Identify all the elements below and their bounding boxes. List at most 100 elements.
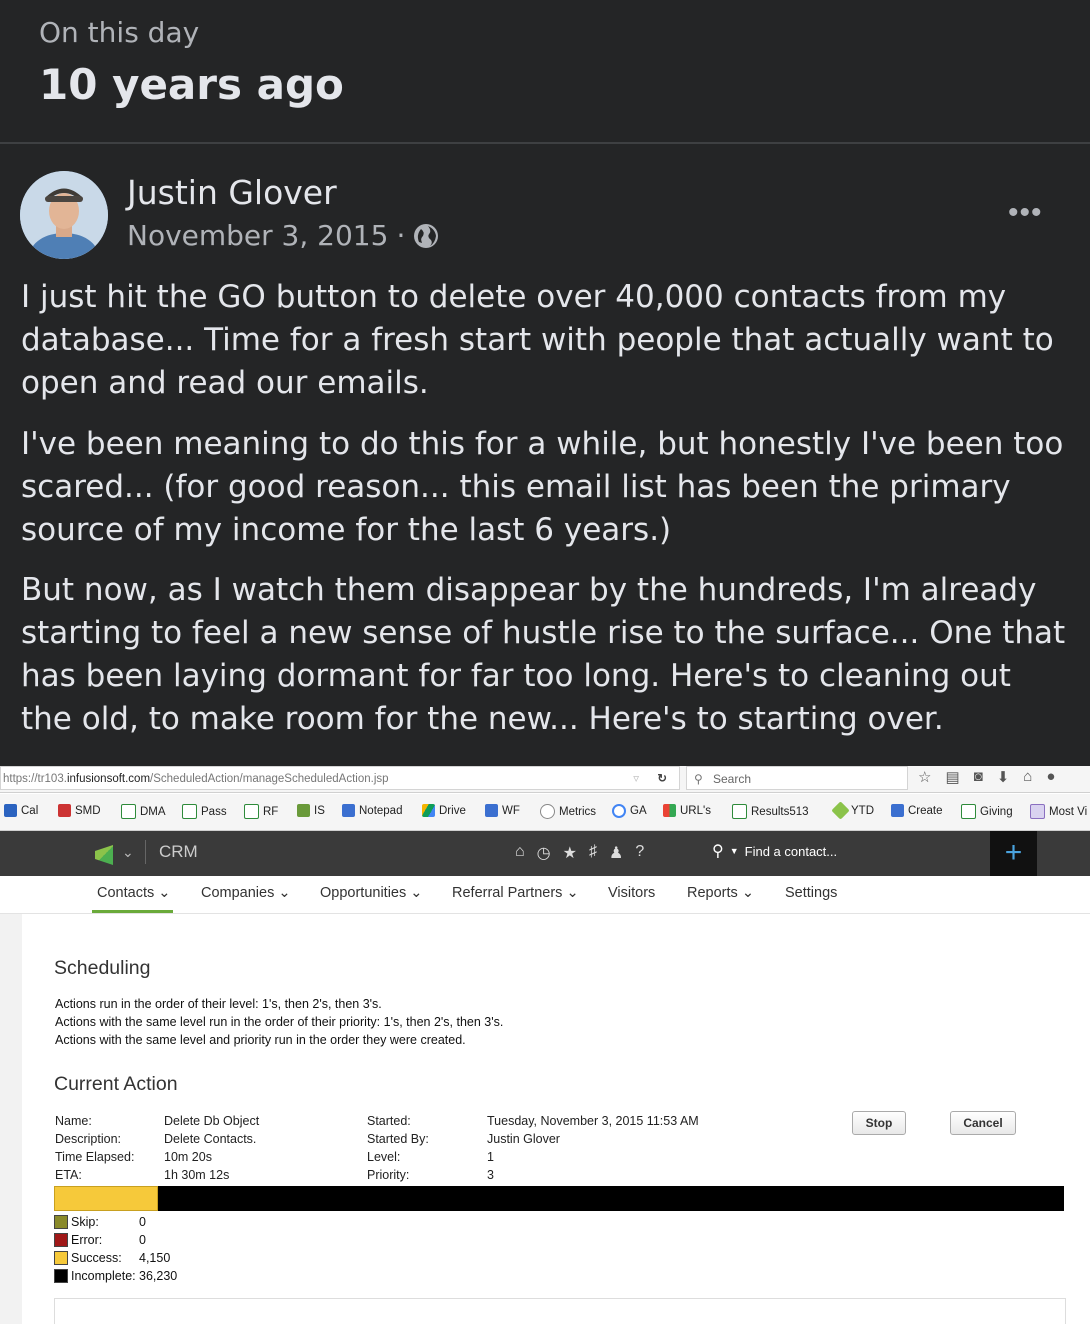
right-values: Tuesday, November 3, 2015 11:53 AM Justi…	[487, 1112, 699, 1184]
tab-settings[interactable]: Settings	[785, 885, 837, 901]
legend-value: 36,230	[139, 1269, 178, 1283]
browser-search-input[interactable]: ⚲ Search	[686, 766, 908, 790]
field-label: Started By:	[367, 1132, 429, 1146]
find-contact-search[interactable]: ⚲ ▼ Find a contact...	[712, 841, 837, 861]
find-contact-placeholder: Find a contact...	[744, 843, 838, 859]
left-labels: Name: Description: Time Elapsed: ETA:	[55, 1112, 134, 1184]
legend-swatch	[54, 1233, 68, 1247]
smd-icon	[58, 804, 71, 817]
add-button[interactable]: +	[990, 831, 1037, 876]
tab-visitors[interactable]: Visitors	[608, 885, 655, 901]
priority: 3	[487, 1168, 494, 1182]
sheet-icon	[732, 804, 747, 819]
cancel-button[interactable]: Cancel	[950, 1111, 1016, 1135]
bookmark-metrics[interactable]: Metrics	[540, 804, 596, 819]
bookmark-label: RF	[263, 805, 279, 818]
star-icon[interactable]: ☆	[918, 768, 931, 786]
legend-value: 4,150	[139, 1251, 171, 1265]
tab-referral-partners[interactable]: Referral Partners ⌄	[452, 885, 579, 901]
active-tab-indicator	[92, 910, 173, 913]
bookmark-most-visited[interactable]: Most Vi	[1030, 804, 1087, 819]
bookmark-dma[interactable]: DMA	[121, 804, 166, 819]
date-separator: ·	[396, 219, 406, 252]
bookmark-ytd[interactable]: YTD	[831, 801, 874, 820]
chevron-down-icon[interactable]: ⌄	[122, 844, 134, 861]
url-path: /ScheduledAction/manageScheduledAction.j…	[150, 773, 389, 785]
bookmark-label: Create	[908, 804, 943, 817]
bookmark-giving[interactable]: Giving	[961, 804, 1013, 819]
author-name[interactable]: Justin Glover	[127, 173, 337, 212]
bookmark-label: WF	[502, 804, 520, 817]
bookmark-cal[interactable]: Cal	[4, 804, 38, 817]
chevron-down-icon: ⌄	[566, 885, 579, 901]
legend-incomplete: Incomplete: 36,230	[54, 1267, 177, 1285]
drive-icon	[422, 804, 435, 817]
attached-screenshot[interactable]: https://tr103.infusionsoft.com/Scheduled…	[0, 766, 1090, 1324]
level: 1	[487, 1150, 494, 1164]
tab-reports[interactable]: Reports ⌄	[687, 885, 754, 901]
product-label[interactable]: CRM	[145, 840, 198, 864]
infusionsoft-logo[interactable]	[95, 845, 113, 865]
more-options-button[interactable]: •••	[1008, 196, 1043, 230]
bookmark-label: Results513	[751, 805, 809, 818]
doc-icon	[485, 804, 498, 817]
bookmark-drive[interactable]: Drive	[422, 804, 466, 817]
action-description: Delete Contacts.	[164, 1132, 257, 1146]
bookmark-ga[interactable]: GA	[612, 804, 647, 818]
tab-companies[interactable]: Companies ⌄	[201, 885, 291, 901]
bookmark-pass[interactable]: Pass	[182, 804, 227, 819]
next-section-box	[54, 1298, 1066, 1324]
folder-icon	[1030, 804, 1045, 819]
url-bar[interactable]: https://tr103.infusionsoft.com/Scheduled…	[0, 766, 680, 790]
bookmark-urls[interactable]: URL's	[663, 804, 711, 817]
field-label: Time Elapsed:	[55, 1150, 135, 1164]
gear-icon	[540, 804, 555, 819]
bookmark-smd[interactable]: SMD	[58, 804, 101, 817]
clock-icon[interactable]: ◷	[537, 843, 551, 863]
date-text[interactable]: November 3, 2015	[127, 219, 388, 252]
stop-button[interactable]: Stop	[852, 1111, 906, 1135]
avatar[interactable]	[20, 171, 108, 259]
url-dropdown-icon[interactable]: ▿	[633, 767, 639, 791]
pocket-icon[interactable]: ◙	[974, 768, 983, 786]
bookmark-create[interactable]: Create	[891, 804, 943, 817]
divider	[0, 142, 1090, 144]
home-icon[interactable]: ⌂	[1023, 768, 1032, 786]
field-label: Name:	[55, 1114, 92, 1128]
left-gutter	[0, 914, 22, 1324]
bookmark-wf[interactable]: WF	[485, 804, 520, 817]
sheet-icon	[121, 804, 136, 819]
right-labels: Started: Started By: Level: Priority:	[367, 1112, 429, 1184]
bookmark-results513[interactable]: Results513	[732, 804, 809, 819]
bookmark-notepad[interactable]: Notepad	[342, 804, 402, 817]
google-icon	[612, 804, 626, 818]
bookmark-is[interactable]: IS	[297, 804, 325, 817]
reading-list-icon[interactable]: ▤	[945, 768, 959, 786]
user-icon[interactable]: ♟	[609, 843, 623, 863]
app-icons: ⌂ ◷ ★ ♯ ♟ ?	[515, 843, 644, 863]
tasks-icon[interactable]: ♯	[589, 843, 597, 863]
legend-value: 0	[139, 1233, 146, 1247]
reload-icon[interactable]: ↻	[657, 767, 667, 791]
progress-bar	[54, 1186, 1064, 1211]
on-this-day-label: On this day	[39, 16, 200, 49]
doc-icon	[891, 804, 904, 817]
calendar-icon	[4, 804, 17, 817]
download-icon[interactable]: ⬇	[997, 768, 1010, 786]
diamond-icon	[831, 801, 850, 820]
tab-label: Contacts	[97, 885, 155, 901]
scheduling-line: Actions with the same level and priority…	[55, 1033, 466, 1047]
search-icon: ⚲	[712, 843, 724, 860]
sheet-icon	[244, 804, 259, 819]
url-domain: infusionsoft.com	[66, 773, 151, 785]
tab-contacts[interactable]: Contacts ⌄	[97, 885, 170, 901]
star-icon[interactable]: ★	[563, 843, 577, 863]
field-label: ETA:	[55, 1168, 82, 1182]
home-icon[interactable]: ⌂	[515, 843, 525, 863]
progress-legend: Skip: 0 Error: 0 Success: 4,150 Incomplete:…	[54, 1213, 177, 1285]
tab-opportunities[interactable]: Opportunities ⌄	[320, 885, 422, 901]
help-icon[interactable]: ?	[635, 843, 644, 863]
post-paragraph-1: I just hit the GO button to delete over …	[21, 279, 1054, 401]
bookmark-rf[interactable]: RF	[244, 804, 278, 819]
chat-icon[interactable]: ●	[1046, 768, 1055, 786]
